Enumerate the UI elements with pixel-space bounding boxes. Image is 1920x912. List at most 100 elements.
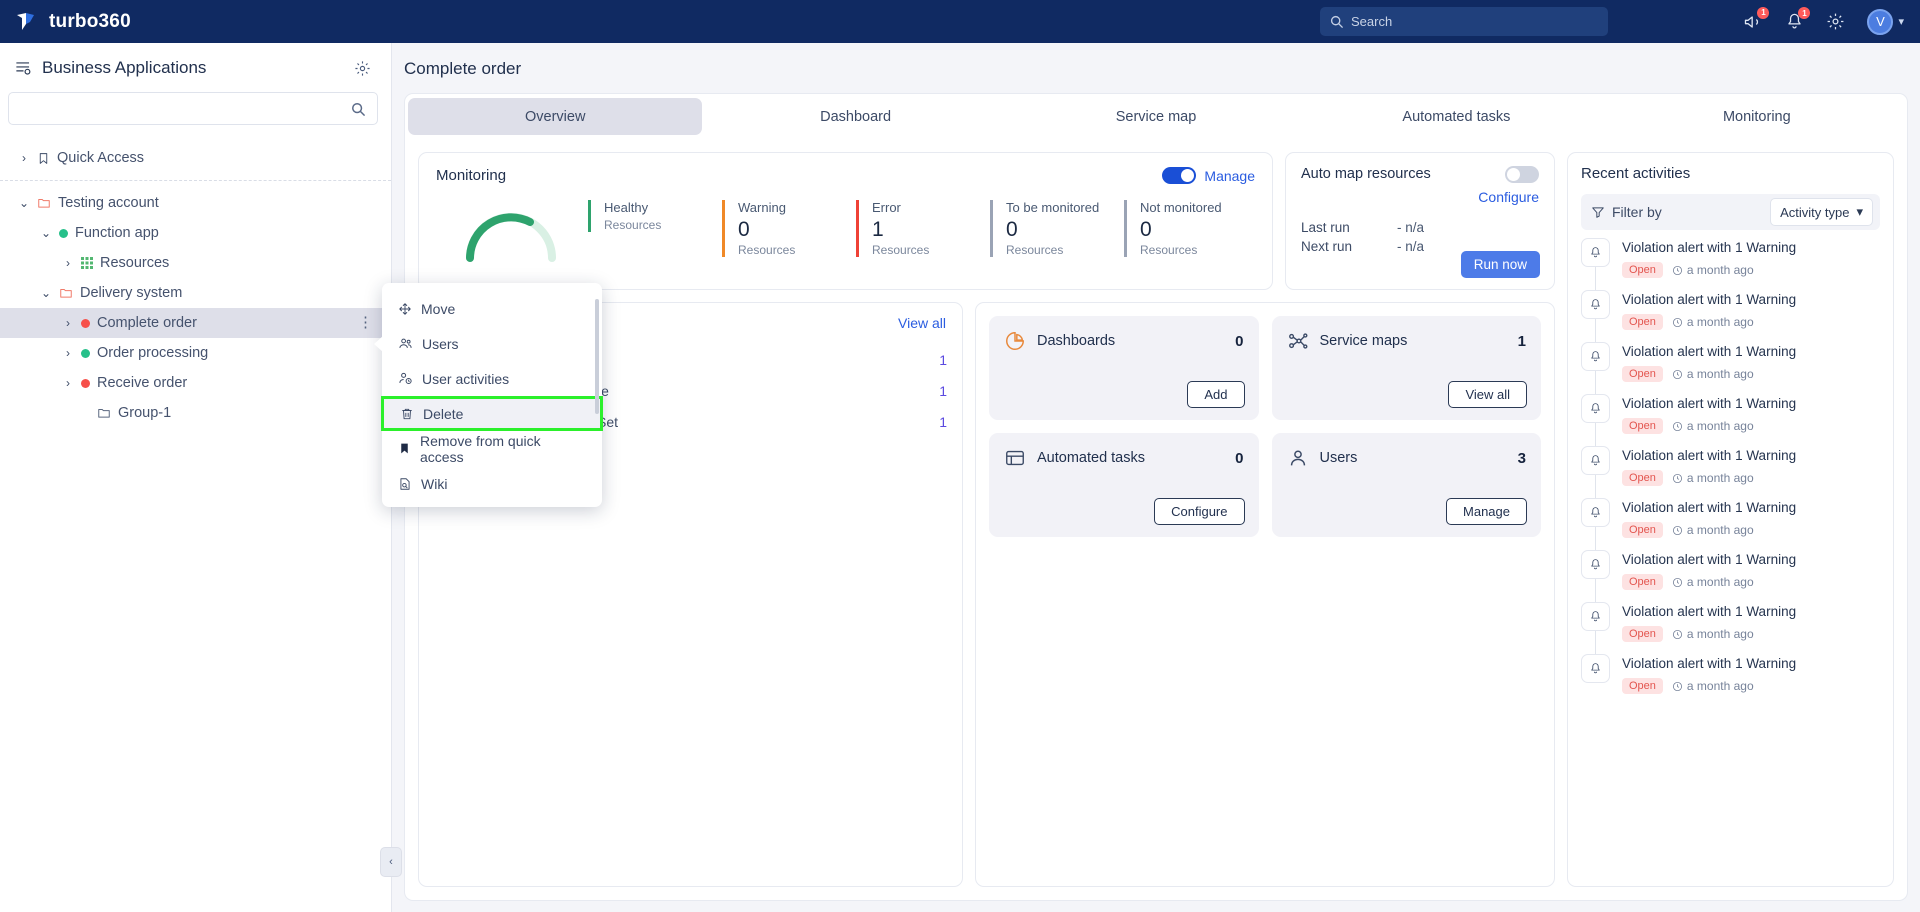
stat-label: Not monitored (1140, 200, 1222, 215)
tile-count: 0 (1235, 332, 1244, 350)
activity-type-select[interactable]: Activity type ▾ (1770, 198, 1873, 226)
activity-time: a month ago (1686, 679, 1754, 693)
sidebar-item-function-app[interactable]: ⌄ Function app (0, 218, 391, 248)
activity-item[interactable]: Violation alert with 1 Warning Open a mo… (1581, 602, 1880, 654)
notifications-bell-icon[interactable]: 1 (1785, 7, 1811, 31)
context-menu-item-users[interactable]: Users (382, 326, 602, 361)
context-menu-item-user-activities[interactable]: User activities (382, 361, 602, 396)
status-badge: Open (1622, 574, 1663, 590)
automated-tasks-configure-button[interactable]: Configure (1154, 498, 1245, 525)
stat-sub: Resources (738, 243, 796, 257)
pie-chart-icon (1004, 330, 1026, 352)
chevron-down-icon[interactable]: ⌄ (18, 196, 30, 210)
tile-count: 3 (1517, 449, 1526, 467)
sidebar-item-kebab-menu-icon[interactable]: ⋮ (358, 315, 374, 330)
tab-monitoring[interactable]: Monitoring (1610, 98, 1904, 135)
bell-icon (1581, 446, 1610, 475)
chevron-right-icon[interactable]: › (62, 316, 74, 330)
chevron-down-icon: ▾ (1856, 204, 1863, 219)
users-icon (398, 336, 413, 351)
sidebar-item-testing-account[interactable]: ⌄ Testing account (0, 188, 391, 218)
activities-filter-bar: Filter by Activity type ▾ (1581, 194, 1880, 230)
sidebar-item-group-1[interactable]: › Group-1 (0, 398, 391, 428)
sidebar-item-label: Quick Access (57, 150, 145, 166)
status-badge: Open (1622, 366, 1663, 382)
dashboards-add-button[interactable]: Add (1187, 381, 1245, 408)
chevron-down-icon[interactable]: ⌄ (40, 286, 52, 300)
tile-dashboards: Dashboards 0 Add (989, 316, 1259, 420)
sidebar-item-delivery-system[interactable]: ⌄ Delivery system (0, 278, 391, 308)
chevron-right-icon[interactable]: › (62, 376, 74, 390)
context-menu-item-wiki[interactable]: Wiki (382, 466, 602, 501)
activity-item[interactable]: Violation alert with 1 Warning Open a mo… (1581, 550, 1880, 602)
chevron-right-icon[interactable]: › (62, 256, 74, 270)
context-menu-item-label: Wiki (421, 475, 448, 492)
activity-item[interactable]: Violation alert with 1 Warning Open a mo… (1581, 290, 1880, 342)
activity-text: Violation alert with 1 Warning (1622, 396, 1797, 411)
brand-name: turbo360 (49, 10, 131, 32)
trash-icon (400, 407, 414, 421)
activity-time: a month ago (1686, 315, 1754, 329)
monitoring-title: Monitoring (436, 167, 507, 184)
activity-text: Violation alert with 1 Warning (1622, 552, 1797, 567)
chevron-down-icon: ▾ (1898, 16, 1904, 28)
announcements-icon[interactable]: 1 (1743, 6, 1770, 32)
sidebar-item-receive-order[interactable]: › Receive order (0, 368, 391, 398)
activity-item[interactable]: Violation alert with 1 Warning Open a mo… (1581, 498, 1880, 550)
folder-icon (97, 406, 111, 420)
sidebar-item-quick-access[interactable]: › Quick Access (0, 143, 391, 173)
sidebar-header: Business Applications (0, 43, 391, 88)
monitoring-manage-link[interactable]: Manage (1204, 168, 1255, 184)
tab-automated-tasks[interactable]: Automated tasks (1309, 98, 1603, 135)
monitoring-manage-toggle[interactable] (1162, 167, 1197, 184)
user-activity-icon (398, 371, 413, 386)
settings-gear-icon[interactable] (1826, 12, 1845, 31)
users-manage-button[interactable]: Manage (1446, 498, 1527, 525)
sidebar-settings-gear-icon[interactable] (354, 60, 371, 77)
user-menu[interactable]: V ▾ (1867, 8, 1904, 35)
tab-service-map[interactable]: Service map (1009, 98, 1303, 135)
service-maps-view-all-button[interactable]: View all (1448, 381, 1527, 408)
global-search-box[interactable]: Search (1320, 7, 1608, 36)
recent-activities-title: Recent activities (1581, 165, 1691, 182)
application-tree: › Quick Access ⌄ Testing account ⌄ Funct… (0, 143, 391, 428)
wiki-icon (398, 477, 412, 491)
brand-logo-area[interactable]: turbo360 (0, 10, 131, 34)
tab-overview[interactable]: Overview (408, 98, 703, 135)
tile-count: 1 (1517, 332, 1526, 350)
chevron-right-icon[interactable]: › (62, 346, 74, 360)
context-menu-item-move[interactable]: Move (382, 291, 602, 326)
auto-map-toggle[interactable] (1505, 166, 1539, 183)
sidebar-item-label: Resources (100, 255, 170, 271)
clock-icon (1672, 473, 1683, 484)
context-menu-item-remove-from-quick-access[interactable]: Remove from quick access (382, 431, 602, 466)
run-now-button[interactable]: Run now (1460, 251, 1540, 278)
sidebar-item-resources[interactable]: › Resources (0, 248, 391, 278)
tab-dashboard[interactable]: Dashboard (708, 98, 1002, 135)
summary-tiles-grid: Dashboards 0 Add Service maps 1 View all… (989, 316, 1541, 537)
sidebar-item-label: Receive order (97, 375, 188, 391)
auto-map-configure-link[interactable]: Configure (1478, 189, 1539, 205)
activity-item[interactable]: Violation alert with 1 Warning Open a mo… (1581, 342, 1880, 394)
activity-item[interactable]: Violation alert with 1 Warning Open a mo… (1581, 394, 1880, 446)
activity-item[interactable]: Violation alert with 1 Warning Open a mo… (1581, 238, 1880, 290)
stat-value: 1 (872, 218, 884, 241)
tile-label: Users (1319, 450, 1358, 466)
sidebar-divider (0, 180, 391, 181)
sidebar-search-input[interactable] (8, 92, 378, 125)
sidebar-item-complete-order[interactable]: › Complete order ⋮ (0, 308, 391, 338)
stat-label: Warning (738, 200, 786, 215)
resources-view-all-link[interactable]: View all (898, 315, 946, 331)
bookmark-icon (398, 442, 411, 455)
context-menu-scrollbar[interactable] (595, 299, 599, 414)
user-icon (1287, 447, 1309, 469)
activity-item[interactable]: Violation alert with 1 Warning Open a mo… (1581, 446, 1880, 498)
context-menu-item-delete[interactable]: Delete (381, 396, 603, 431)
activity-time: a month ago (1686, 367, 1754, 381)
sidebar-collapse-button[interactable]: ‹ (380, 847, 402, 877)
stat-label: Healthy (604, 200, 649, 215)
sidebar-item-order-processing[interactable]: › Order processing (0, 338, 391, 368)
chevron-down-icon[interactable]: ⌄ (40, 226, 52, 240)
activity-item[interactable]: Violation alert with 1 Warning Open a mo… (1581, 654, 1880, 706)
chevron-right-icon[interactable]: › (18, 151, 30, 165)
